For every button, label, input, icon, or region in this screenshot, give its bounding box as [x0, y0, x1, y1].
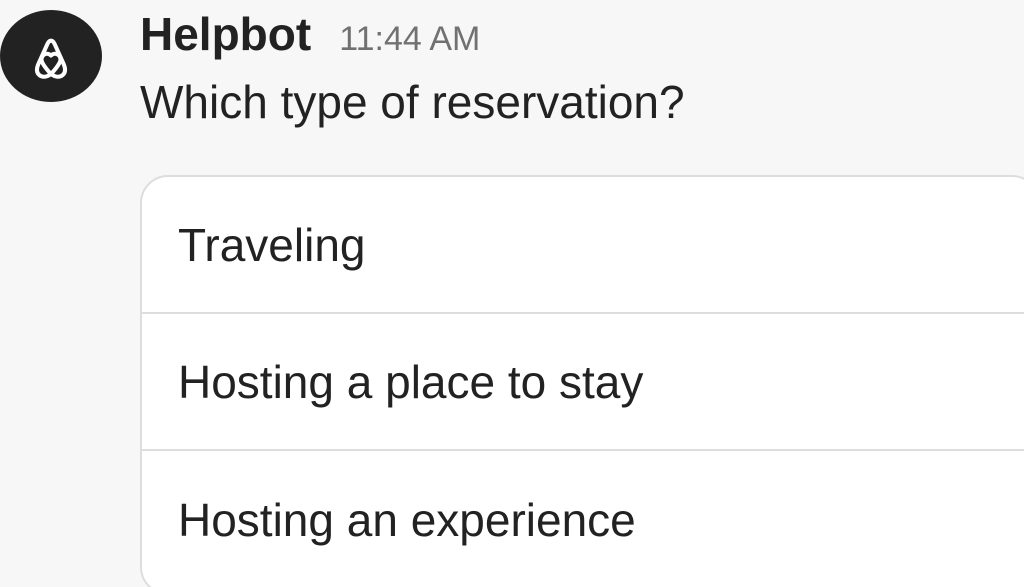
option-hosting-place[interactable]: Hosting a place to stay: [142, 314, 1024, 451]
message-text: Which type of reservation?: [140, 76, 685, 128]
sender-name: Helpbot: [140, 8, 312, 60]
chat-message: Helpbot 11:44 AM Which type of reservati…: [0, 0, 1024, 587]
avatar: [0, 10, 102, 102]
option-traveling[interactable]: Traveling: [142, 177, 1024, 314]
quick-reply-options: Traveling Hosting a place to stay Hostin…: [140, 175, 1024, 587]
message-header: Helpbot 11:44 AM: [140, 4, 480, 64]
airbnb-logo-icon: [34, 38, 68, 79]
message-timestamp: 11:44 AM: [339, 20, 481, 58]
option-hosting-experience[interactable]: Hosting an experience: [142, 451, 1024, 587]
